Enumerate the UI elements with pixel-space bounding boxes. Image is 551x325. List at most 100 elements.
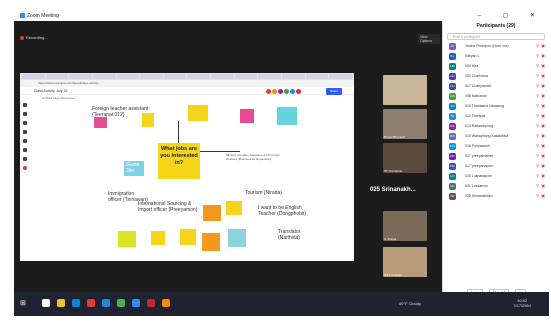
muted-mic-icon[interactable]: ⚲ bbox=[536, 121, 539, 131]
board-header: Class Activity, July 15 Share bbox=[20, 87, 354, 95]
participant-row[interactable]: CH 002 Charichna ⚲ ▣ bbox=[443, 71, 549, 81]
text-tool-icon[interactable] bbox=[22, 121, 27, 125]
muted-mic-icon[interactable]: ⚲ bbox=[536, 151, 539, 161]
windows-start-icon[interactable]: ⊞ bbox=[20, 300, 26, 308]
select-tool-icon[interactable] bbox=[22, 103, 27, 107]
participant-row[interactable]: TN 010 Thanasma Nanalong ⚲ ▣ bbox=[443, 101, 549, 111]
system-clock[interactable]: 10:52 7/17/2564 bbox=[513, 298, 531, 308]
window-controls[interactable]: – ▢ ✕ bbox=[478, 12, 545, 21]
video-off-icon[interactable]: ▣ bbox=[541, 191, 545, 201]
muted-mic-icon[interactable]: ⚲ bbox=[536, 71, 539, 81]
sticky-note[interactable] bbox=[142, 113, 154, 127]
participant-row[interactable]: PU 016 Punyawach ⚲ ▣ bbox=[443, 141, 549, 151]
guide-note[interactable]: Guide 3ite bbox=[124, 161, 144, 176]
sticky-note[interactable] bbox=[94, 117, 107, 128]
video-off-icon[interactable]: ▣ bbox=[541, 111, 545, 121]
sticky-note[interactable] bbox=[188, 105, 208, 121]
sticky-note[interactable] bbox=[203, 205, 221, 221]
store-icon[interactable] bbox=[72, 299, 80, 307]
muted-mic-icon[interactable]: ⚲ bbox=[536, 101, 539, 111]
sticky-note[interactable] bbox=[151, 231, 165, 245]
muted-mic-icon[interactable]: ⚲ bbox=[536, 111, 539, 121]
recording-indicator[interactable]: Recording... bbox=[20, 35, 48, 40]
zoom-icon[interactable] bbox=[132, 299, 140, 307]
video-tile[interactable]: ST Pornsirirat bbox=[383, 143, 427, 173]
search-icon[interactable] bbox=[42, 299, 50, 307]
video-off-icon[interactable]: ▣ bbox=[541, 81, 545, 91]
sticky-note[interactable] bbox=[202, 233, 220, 251]
chrome-icon[interactable] bbox=[117, 299, 125, 307]
video-off-icon[interactable]: ▣ bbox=[541, 61, 545, 71]
video-off-icon[interactable]: ▣ bbox=[541, 131, 545, 141]
sticky-note[interactable] bbox=[226, 201, 242, 215]
video-off-icon[interactable]: ▣ bbox=[541, 171, 545, 181]
video-off-icon[interactable]: ▣ bbox=[541, 121, 545, 131]
sticky-note[interactable] bbox=[240, 109, 254, 123]
participant-row[interactable]: TE 012 Teerapat ⚲ ▣ bbox=[443, 111, 549, 121]
sticky-note[interactable] bbox=[277, 107, 297, 125]
board-title[interactable]: Class Activity, July 15 bbox=[34, 89, 67, 93]
muted-mic-icon[interactable]: ⚲ bbox=[536, 41, 539, 51]
participant-row[interactable]: LU 020 Lukpanaporn ⚲ ▣ bbox=[443, 171, 549, 181]
participant-row[interactable]: WK 015 Wanaphong Kasakitikul ⚲ ▣ bbox=[443, 131, 549, 141]
video-tile[interactable] bbox=[383, 75, 427, 105]
muted-mic-icon[interactable]: ⚲ bbox=[536, 81, 539, 91]
connector-tool-icon[interactable] bbox=[22, 148, 27, 152]
video-off-icon[interactable]: ▣ bbox=[541, 141, 545, 151]
whiteboard-canvas[interactable]: Foreign teacher assistant (Teerapat 012)… bbox=[28, 101, 354, 261]
muted-mic-icon[interactable]: ⚲ bbox=[536, 181, 539, 191]
video-off-icon[interactable]: ▣ bbox=[541, 91, 545, 101]
video-off-icon[interactable]: ▣ bbox=[541, 181, 545, 191]
video-tile[interactable]: Preya Phumjaw bbox=[383, 109, 427, 139]
app-icon[interactable] bbox=[87, 299, 95, 307]
central-question-note[interactable]: What jobs are you interested in? bbox=[158, 143, 200, 179]
participant-row[interactable]: PR 017 preeyanaporn ⚲ ▣ bbox=[443, 161, 549, 171]
video-off-icon[interactable]: ▣ bbox=[541, 161, 545, 171]
app-icon[interactable] bbox=[162, 299, 170, 307]
video-off-icon[interactable]: ▣ bbox=[541, 71, 545, 81]
muted-mic-icon[interactable]: ⚲ bbox=[536, 161, 539, 171]
frame-tool-icon[interactable] bbox=[22, 157, 27, 161]
muted-mic-icon[interactable]: ⚲ bbox=[536, 131, 539, 141]
participant-row[interactable]: HR 009 Hira ⚲ ▣ bbox=[443, 61, 549, 71]
add-tool-icon[interactable] bbox=[22, 166, 27, 170]
video-strip: Preya Phumjaw ST Pornsirirat S. Pokpa OS… bbox=[369, 51, 439, 283]
participant-search-input[interactable]: Find a participant bbox=[447, 33, 545, 40]
browser-tabs[interactable] bbox=[20, 73, 354, 80]
board-share-button[interactable]: Share bbox=[325, 88, 342, 95]
sticky-note[interactable] bbox=[228, 229, 246, 247]
video-tile[interactable]: S. Pokpa bbox=[383, 211, 427, 241]
video-off-icon[interactable]: ▣ bbox=[541, 101, 545, 111]
participant-row[interactable]: CH 007 Chanyanuch ⚲ ▣ bbox=[443, 81, 549, 91]
folder-icon[interactable] bbox=[57, 299, 65, 307]
browser-icon[interactable] bbox=[102, 299, 110, 307]
muted-mic-icon[interactable]: ⚲ bbox=[536, 191, 539, 201]
participant-row[interactable]: JP Janina Phompon (Host, me) ⚲ ▣ bbox=[443, 41, 549, 51]
muted-mic-icon[interactable]: ⚲ bbox=[536, 61, 539, 71]
weather-widget[interactable]: 80°F Cloudy bbox=[399, 301, 421, 306]
muted-mic-icon[interactable]: ⚲ bbox=[536, 141, 539, 151]
browser-address-bar[interactable]: https://www.example.com/board/class-acti… bbox=[20, 80, 354, 87]
sticky-tool-icon[interactable] bbox=[22, 130, 27, 134]
shape-tool-icon[interactable] bbox=[22, 139, 27, 143]
app-icon[interactable] bbox=[147, 299, 155, 307]
muted-mic-icon[interactable]: ⚲ bbox=[536, 91, 539, 101]
sticky-note[interactable] bbox=[118, 231, 136, 247]
participant-row[interactable]: PR 017 preeyamanee ⚲ ▣ bbox=[443, 151, 549, 161]
participant-row[interactable]: RA 014 Rattanarpong ⚲ ▣ bbox=[443, 121, 549, 131]
participant-row[interactable]: KL Kittiyan L. ⚲ ▣ bbox=[443, 51, 549, 61]
participant-name: 025 Srinanakhorn bbox=[465, 194, 493, 198]
video-tile[interactable]: OST Uraiwan bbox=[383, 247, 427, 277]
view-options-button[interactable]: View Options bbox=[418, 34, 440, 44]
participant-row[interactable]: NA 008 Nathanon ⚲ ▣ bbox=[443, 91, 549, 101]
participant-row[interactable]: SR 025 Srinanakhorn ⚲ ▣ bbox=[443, 191, 549, 201]
participant-row[interactable]: LU 021 Luxsamon ⚲ ▣ bbox=[443, 181, 549, 191]
video-off-icon[interactable]: ▣ bbox=[541, 51, 545, 61]
video-off-icon[interactable]: ▣ bbox=[541, 41, 545, 51]
muted-mic-icon[interactable]: ⚲ bbox=[536, 171, 539, 181]
avatar: PR bbox=[449, 153, 456, 160]
muted-mic-icon[interactable]: ⚲ bbox=[536, 51, 539, 61]
sticky-note[interactable] bbox=[180, 229, 196, 245]
pen-tool-icon[interactable] bbox=[22, 112, 27, 116]
video-off-icon[interactable]: ▣ bbox=[541, 151, 545, 161]
